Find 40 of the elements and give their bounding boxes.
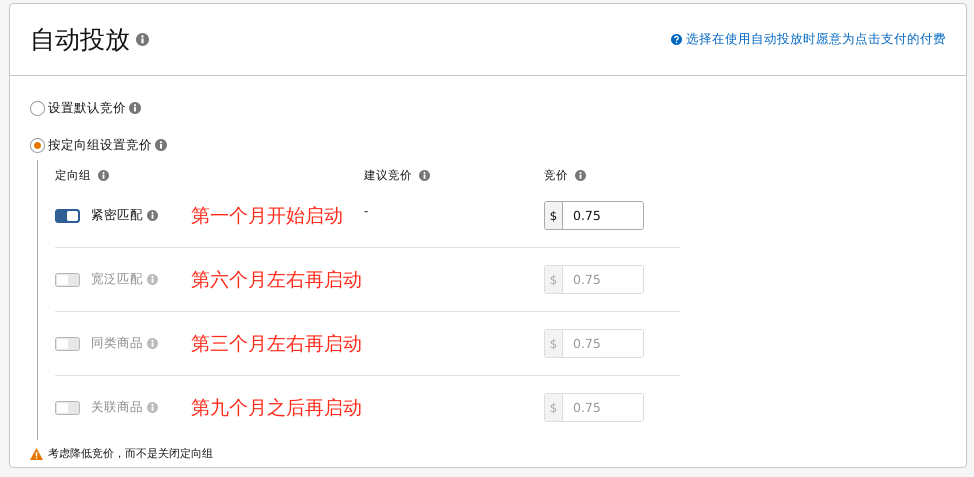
info-icon [419, 170, 430, 180]
column-header: 定向组 [55, 168, 91, 182]
toggle-switch[interactable] [55, 272, 80, 286]
currency-label: $ [545, 330, 563, 357]
annotation-text: 第一个月开始启动 [191, 204, 343, 226]
info-icon [147, 274, 158, 285]
target-group-name: 紧密匹配 [91, 207, 143, 224]
suggested-bid: - [364, 204, 368, 218]
warning-text: 考虑降低竞价，而不是关闭定向组 [48, 446, 213, 461]
toggle-switch[interactable] [55, 208, 80, 222]
radio-label: 设置默认竞价 [48, 100, 126, 116]
info-icon [136, 33, 149, 46]
target-group-name: 同类商品 [91, 335, 143, 352]
help-icon [671, 34, 682, 45]
currency-label: $ [545, 394, 563, 421]
help-link[interactable]: 选择在使用自动投放时愿意为点击支付的付费 [671, 31, 946, 48]
radio-label: 按定向组设置竞价 [48, 136, 152, 154]
column-header: 建议竞价 [364, 168, 412, 182]
warning-icon [30, 448, 43, 460]
annotation-text: 第九个月之后再启动 [191, 396, 362, 418]
info-icon [575, 170, 586, 180]
info-icon [147, 338, 158, 349]
info-icon [155, 139, 167, 151]
currency-label: $ [545, 266, 563, 293]
radio-button[interactable] [30, 138, 45, 152]
page-title: 自动投放 [30, 24, 130, 56]
annotation-text: 第六个月左右再启动 [191, 268, 362, 290]
info-icon [98, 170, 109, 180]
toggle-switch[interactable] [55, 336, 80, 350]
info-icon [147, 402, 158, 413]
info-icon [147, 210, 158, 221]
column-header: 竞价 [544, 168, 568, 182]
bid-field[interactable]: $ 0.75 [544, 201, 644, 230]
toggle-switch[interactable] [55, 400, 80, 414]
annotation-text: 第三个月左右再启动 [191, 332, 362, 354]
currency-label: $ [545, 202, 563, 229]
target-group-name: 关联商品 [91, 399, 143, 416]
radio-button[interactable] [30, 100, 45, 116]
target-group-name: 宽泛匹配 [91, 271, 143, 288]
info-icon [129, 102, 141, 114]
